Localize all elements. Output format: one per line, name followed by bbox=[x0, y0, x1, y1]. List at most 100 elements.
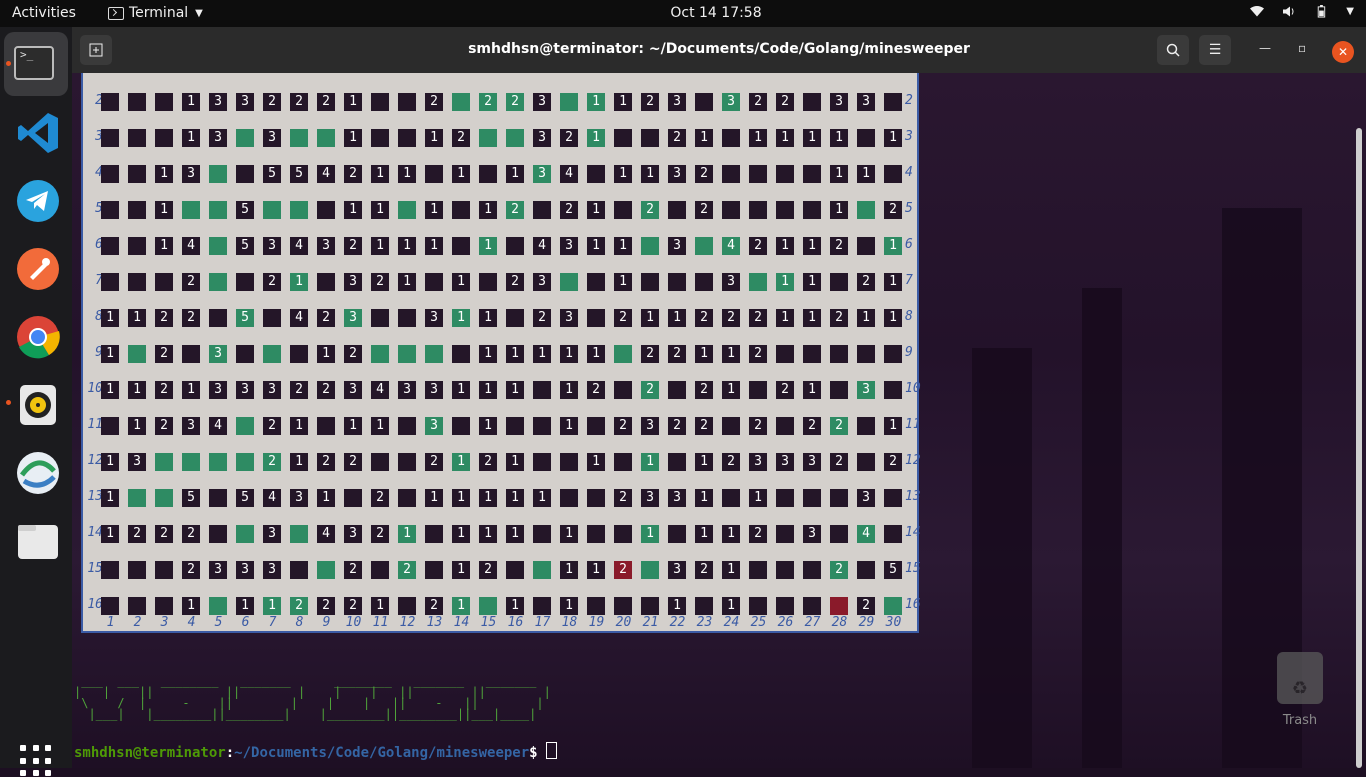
board-cell[interactable] bbox=[776, 597, 794, 615]
board-cell[interactable]: 3 bbox=[209, 381, 227, 399]
board-cell[interactable]: 1 bbox=[803, 309, 821, 327]
board-cell[interactable] bbox=[371, 453, 389, 471]
board-cell[interactable] bbox=[398, 345, 416, 363]
board-cell[interactable] bbox=[371, 309, 389, 327]
board-cell[interactable]: 4 bbox=[182, 237, 200, 255]
board-cell[interactable] bbox=[101, 417, 119, 435]
board-cell[interactable]: 2 bbox=[479, 93, 497, 111]
board-cell[interactable] bbox=[857, 201, 875, 219]
board-cell[interactable]: 3 bbox=[668, 489, 686, 507]
board-cell[interactable]: 2 bbox=[317, 309, 335, 327]
board-cell[interactable]: 1 bbox=[290, 453, 308, 471]
board-cell[interactable] bbox=[776, 201, 794, 219]
board-cell[interactable]: 1 bbox=[533, 489, 551, 507]
board-cell[interactable]: 2 bbox=[425, 453, 443, 471]
board-cell[interactable] bbox=[884, 381, 902, 399]
board-cell[interactable]: 1 bbox=[452, 165, 470, 183]
board-cell[interactable] bbox=[641, 237, 659, 255]
board-cell[interactable] bbox=[857, 129, 875, 147]
board-cell[interactable]: 2 bbox=[722, 309, 740, 327]
board-cell[interactable] bbox=[830, 597, 848, 615]
board-cell[interactable] bbox=[317, 273, 335, 291]
board-cell[interactable] bbox=[722, 417, 740, 435]
board-cell[interactable]: 1 bbox=[587, 345, 605, 363]
board-cell[interactable]: 1 bbox=[722, 381, 740, 399]
board-cell[interactable]: 3 bbox=[668, 93, 686, 111]
menu-button[interactable]: ☰ bbox=[1199, 35, 1231, 65]
board-cell[interactable]: 1 bbox=[506, 525, 524, 543]
board-cell[interactable]: 1 bbox=[128, 417, 146, 435]
board-cell[interactable] bbox=[236, 453, 254, 471]
board-cell[interactable]: 1 bbox=[587, 237, 605, 255]
board-cell[interactable] bbox=[101, 129, 119, 147]
board-cell[interactable]: 2 bbox=[695, 165, 713, 183]
board-cell[interactable]: 5 bbox=[236, 309, 254, 327]
board-cell[interactable] bbox=[533, 453, 551, 471]
board-cell[interactable]: 1 bbox=[398, 525, 416, 543]
board-cell[interactable]: 1 bbox=[155, 237, 173, 255]
board-cell[interactable]: 2 bbox=[479, 561, 497, 579]
board-cell[interactable] bbox=[128, 165, 146, 183]
board-cell[interactable]: 2 bbox=[560, 129, 578, 147]
board-cell[interactable]: 2 bbox=[155, 309, 173, 327]
board-cell[interactable] bbox=[398, 489, 416, 507]
board-cell[interactable]: 3 bbox=[317, 237, 335, 255]
shell-prompt[interactable]: smhdhsn@terminator:~/Documents/Code/Gola… bbox=[74, 742, 558, 761]
board-cell[interactable] bbox=[209, 453, 227, 471]
board-cell[interactable] bbox=[587, 489, 605, 507]
board-cell[interactable]: 1 bbox=[128, 309, 146, 327]
board-cell[interactable]: 4 bbox=[263, 489, 281, 507]
board-cell[interactable] bbox=[452, 93, 470, 111]
board-cell[interactable] bbox=[479, 597, 497, 615]
board-cell[interactable]: 1 bbox=[155, 165, 173, 183]
board-cell[interactable]: 2 bbox=[290, 93, 308, 111]
board-cell[interactable]: 1 bbox=[155, 201, 173, 219]
board-cell[interactable]: 2 bbox=[749, 345, 767, 363]
board-cell[interactable]: 1 bbox=[695, 489, 713, 507]
board-cell[interactable] bbox=[830, 525, 848, 543]
board-cell[interactable] bbox=[263, 309, 281, 327]
board-cell[interactable]: 1 bbox=[425, 201, 443, 219]
board-cell[interactable]: 3 bbox=[182, 165, 200, 183]
board-cell[interactable] bbox=[209, 597, 227, 615]
board-cell[interactable] bbox=[857, 345, 875, 363]
board-cell[interactable] bbox=[128, 597, 146, 615]
board-cell[interactable] bbox=[128, 93, 146, 111]
board-cell[interactable]: 2 bbox=[479, 453, 497, 471]
board-cell[interactable] bbox=[533, 201, 551, 219]
board-cell[interactable] bbox=[776, 165, 794, 183]
dock-telegram[interactable] bbox=[4, 167, 68, 231]
board-cell[interactable]: 3 bbox=[857, 489, 875, 507]
board-cell[interactable]: 3 bbox=[560, 237, 578, 255]
board-cell[interactable]: 2 bbox=[344, 597, 362, 615]
board-cell[interactable]: 4 bbox=[317, 165, 335, 183]
board-cell[interactable] bbox=[776, 417, 794, 435]
board-cell[interactable]: 2 bbox=[776, 381, 794, 399]
board-cell[interactable]: 2 bbox=[155, 345, 173, 363]
board-cell[interactable]: 1 bbox=[614, 93, 632, 111]
board-cell[interactable]: 4 bbox=[722, 237, 740, 255]
show-apps-icon[interactable] bbox=[20, 745, 52, 777]
board-cell[interactable]: 3 bbox=[425, 381, 443, 399]
board-cell[interactable]: 2 bbox=[128, 525, 146, 543]
board-cell[interactable] bbox=[209, 309, 227, 327]
board-cell[interactable]: 2 bbox=[452, 129, 470, 147]
board-cell[interactable] bbox=[317, 561, 335, 579]
board-cell[interactable] bbox=[884, 93, 902, 111]
board-cell[interactable]: 2 bbox=[722, 453, 740, 471]
board-cell[interactable] bbox=[749, 381, 767, 399]
board-cell[interactable] bbox=[803, 561, 821, 579]
board-cell[interactable] bbox=[101, 93, 119, 111]
board-cell[interactable]: 1 bbox=[641, 453, 659, 471]
board-cell[interactable] bbox=[803, 201, 821, 219]
board-cell[interactable] bbox=[398, 417, 416, 435]
board-cell[interactable]: 1 bbox=[722, 525, 740, 543]
board-cell[interactable] bbox=[371, 129, 389, 147]
board-cell[interactable] bbox=[371, 93, 389, 111]
board-cell[interactable]: 1 bbox=[452, 453, 470, 471]
board-cell[interactable] bbox=[209, 525, 227, 543]
board-cell[interactable]: 2 bbox=[155, 525, 173, 543]
board-cell[interactable]: 1 bbox=[182, 597, 200, 615]
board-cell[interactable] bbox=[641, 273, 659, 291]
board-cell[interactable] bbox=[776, 345, 794, 363]
